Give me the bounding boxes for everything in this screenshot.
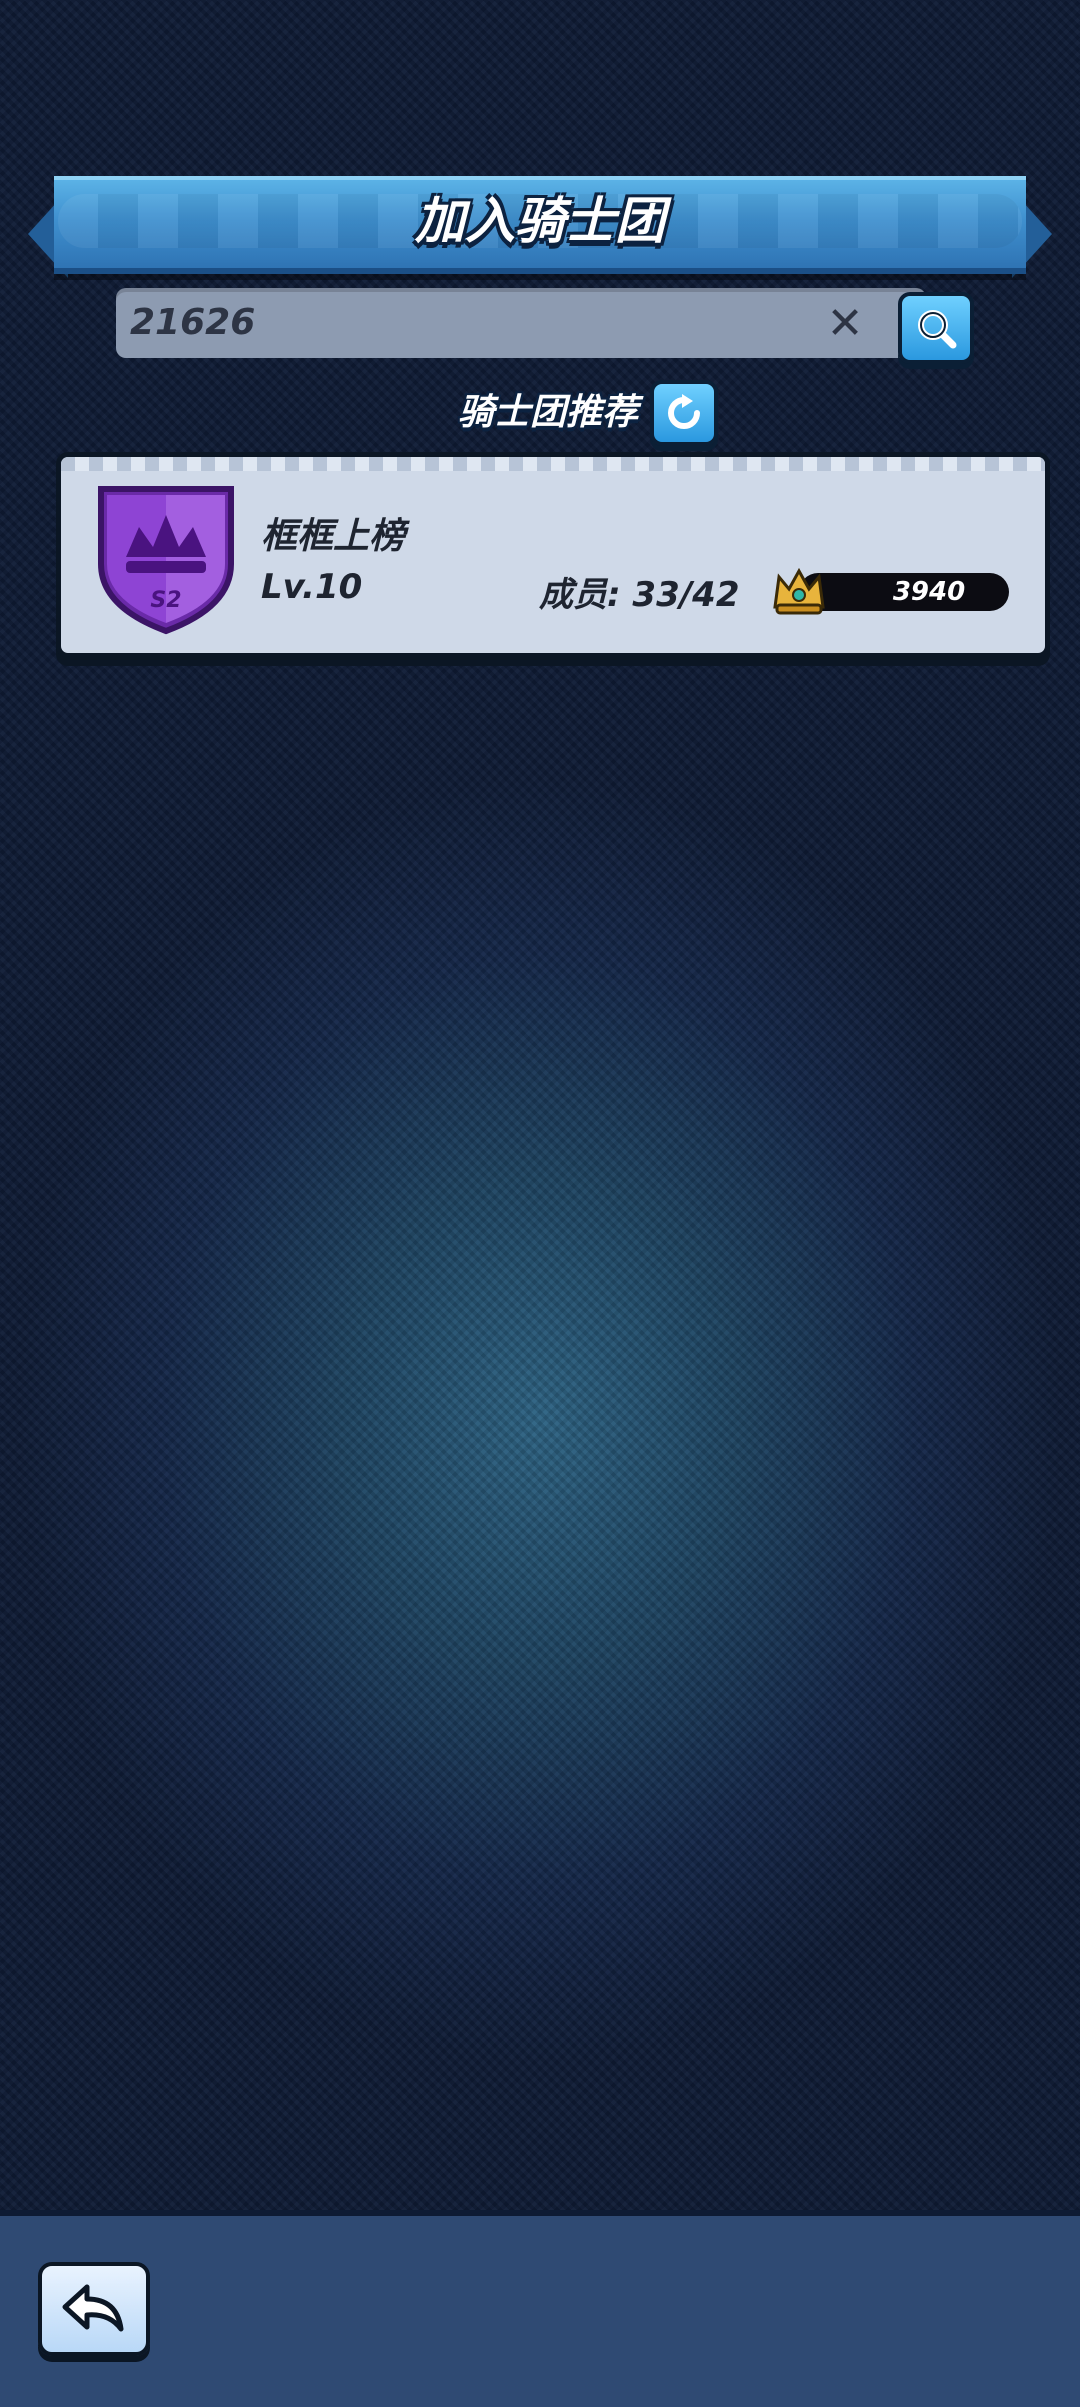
bottom-bar bbox=[0, 2210, 1080, 2407]
recommend-label: 骑士团推荐 bbox=[458, 392, 639, 433]
refresh-button[interactable] bbox=[650, 380, 718, 446]
back-button[interactable] bbox=[38, 2262, 150, 2356]
refresh-icon bbox=[668, 394, 700, 429]
search-input-value[interactable]: 21626 bbox=[130, 288, 255, 358]
title-banner: 加入骑士团 bbox=[28, 168, 1052, 286]
search-button[interactable] bbox=[898, 292, 974, 364]
back-arrow-icon bbox=[62, 2284, 124, 2332]
search-input[interactable]: 21626 ✕ bbox=[116, 288, 926, 358]
close-icon[interactable]: ✕ bbox=[824, 298, 866, 349]
guild-name: 框框上榜 bbox=[261, 516, 406, 557]
guild-level: Lv.10 bbox=[261, 567, 363, 607]
guild-members: 成员: 33/42 bbox=[539, 575, 740, 615]
trophy-value: 3940 bbox=[892, 577, 966, 607]
guild-card[interactable]: S2 框框上榜 Lv.10 成员: 33/42 3940 bbox=[56, 452, 1050, 658]
guild-emblem-icon: S2 bbox=[98, 486, 234, 635]
page-title: 加入骑士团 bbox=[415, 192, 665, 250]
search-icon bbox=[918, 310, 957, 349]
recommend-row: 骑士团推荐 bbox=[0, 378, 1080, 448]
trophy-pill: 3940 bbox=[799, 573, 1009, 611]
card-top-strip bbox=[61, 457, 1045, 471]
emblem-text: S2 bbox=[150, 588, 181, 613]
crown-icon bbox=[773, 567, 825, 615]
